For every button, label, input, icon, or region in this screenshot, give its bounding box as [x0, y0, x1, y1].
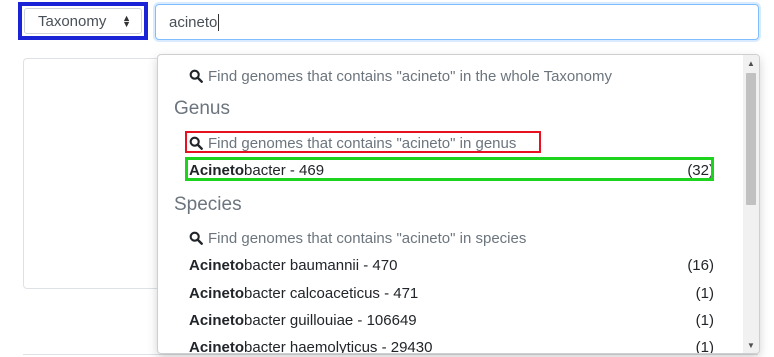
- genus-item-name: Acinetobacter - 469: [189, 161, 325, 179]
- select-arrows-icon: ▲ ▼: [122, 13, 131, 29]
- species-item-name: Acinetobacter calcoaceticus - 471: [189, 284, 419, 302]
- species-item[interactable]: Acinetobacter guillouiae - 106649 (1): [189, 310, 714, 330]
- background-panel: [23, 58, 165, 289]
- search-icon: [189, 69, 203, 83]
- species-item[interactable]: Acinetobacter baumannii - 470 (16): [189, 255, 714, 275]
- find-in-whole-taxonomy-label: Find genomes that contains "acineto" in …: [208, 67, 612, 85]
- scroll-down-arrow-icon[interactable]: ▼: [743, 337, 759, 353]
- find-in-species-option[interactable]: Find genomes that contains "acineto" in …: [189, 228, 714, 248]
- species-item[interactable]: Acinetobacter calcoaceticus - 471 (1): [189, 283, 714, 303]
- species-item-name: Acinetobacter haemolyticus - 29430: [189, 338, 433, 354]
- genus-heading: Genus: [174, 98, 230, 119]
- search-type-select[interactable]: Taxonomy ▲ ▼: [24, 8, 142, 34]
- species-item-count: (1): [695, 311, 714, 329]
- taxonomy-select-highlight: Taxonomy ▲ ▼: [18, 2, 148, 40]
- search-icon: [189, 136, 203, 150]
- dropdown-scrollbar[interactable]: ▲ ▼: [743, 55, 759, 353]
- find-in-genus-option[interactable]: Find genomes that contains "acineto" in …: [189, 133, 714, 153]
- genus-item-count: (32): [687, 161, 714, 179]
- search-type-value: Taxonomy: [38, 12, 107, 30]
- species-item-count: (1): [695, 284, 714, 302]
- search-input-value: acineto: [169, 13, 218, 31]
- find-in-whole-taxonomy-option[interactable]: Find genomes that contains "acineto" in …: [189, 66, 714, 86]
- species-item-count: (16): [687, 256, 714, 274]
- species-item-count: (1): [695, 338, 714, 354]
- scrollbar-thumb[interactable]: [746, 73, 756, 205]
- search-icon: [189, 231, 203, 245]
- background-divider: [23, 354, 758, 355]
- autocomplete-dropdown: Find genomes that contains "acineto" in …: [157, 54, 760, 354]
- search-input[interactable]: acineto: [155, 4, 759, 40]
- species-item-name: Acinetobacter guillouiae - 106649: [189, 311, 417, 329]
- find-in-genus-label: Find genomes that contains "acineto" in …: [208, 134, 517, 152]
- text-caret: [218, 13, 220, 31]
- find-in-species-label: Find genomes that contains "acineto" in …: [208, 229, 527, 247]
- species-heading: Species: [174, 194, 242, 215]
- genus-item[interactable]: Acinetobacter - 469 (32): [189, 160, 714, 180]
- species-item[interactable]: Acinetobacter haemolyticus - 29430 (1): [189, 337, 714, 354]
- scroll-up-arrow-icon[interactable]: ▲: [743, 55, 759, 71]
- species-item-name: Acinetobacter baumannii - 470: [189, 256, 398, 274]
